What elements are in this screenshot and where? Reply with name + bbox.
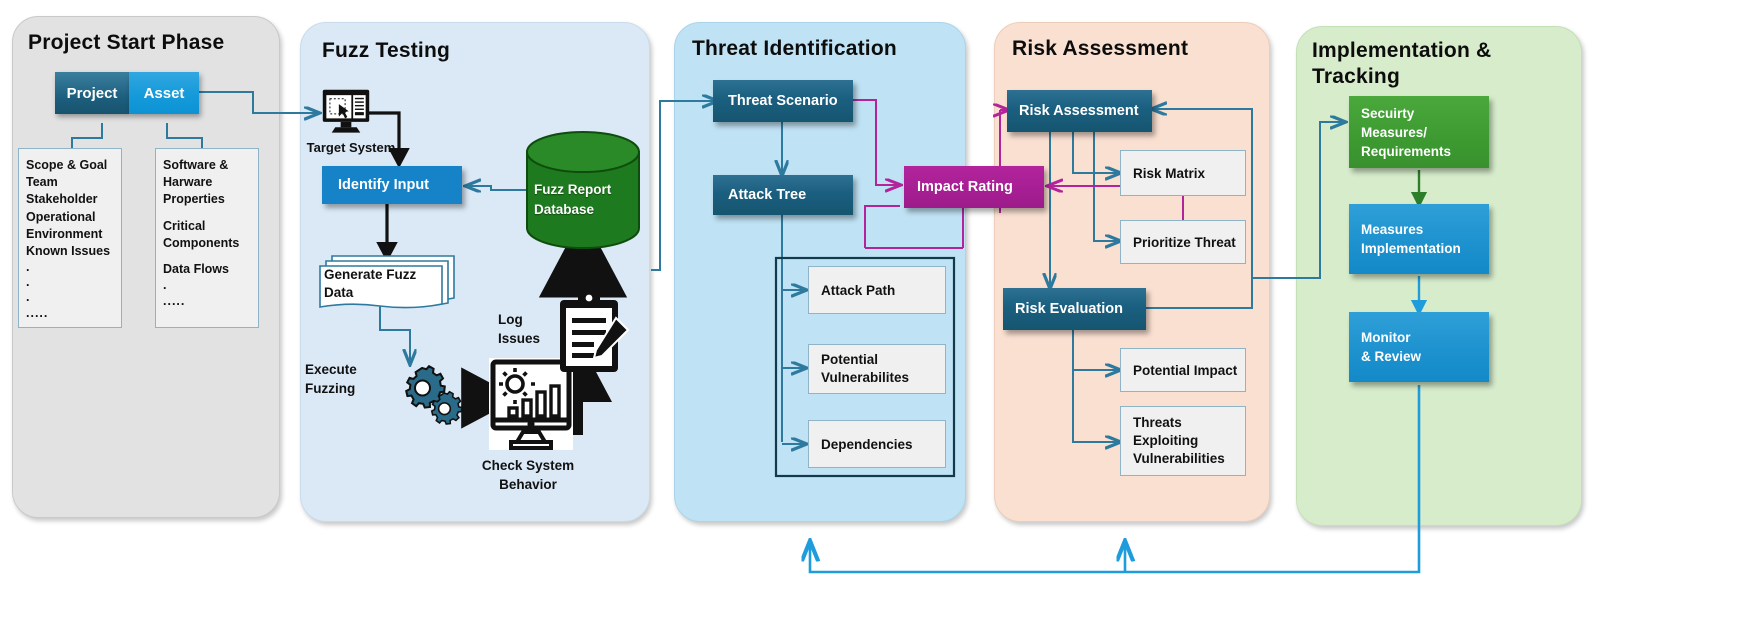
node-prioritize-threat[interactable]: Prioritize Threat <box>1120 220 1246 264</box>
list-item: Known Issues <box>26 244 111 259</box>
node-potential-impact[interactable]: Potential Impact <box>1120 348 1246 392</box>
node-threats-exploiting-vulnerabilities[interactable]: Threats Exploiting Vulnerabilities <box>1120 406 1246 476</box>
list-item: Properties <box>163 192 225 207</box>
node-dependencies[interactable]: Dependencies <box>808 420 946 468</box>
node-measures-implementation[interactable]: Measures Implementation <box>1349 204 1489 274</box>
node-monitor-review[interactable]: Monitor & Review <box>1349 312 1489 382</box>
asset-attributes-list: Software & Harware Properties Critical C… <box>155 148 259 328</box>
list-item: Components <box>163 235 240 250</box>
diagram-canvas: Project Start Phase Fuzz Testing Threat … <box>0 0 1744 621</box>
list-item: . <box>26 275 30 290</box>
node-potential-vulnerabilites[interactable]: Potential Vulnerabilites <box>808 344 946 394</box>
panel-title-risk-assessment: Risk Assessment <box>1012 37 1189 60</box>
target-system-caption: Target System <box>306 140 396 155</box>
project-attributes-list: Scope & Goal Team Stakeholder Operationa… <box>18 148 122 328</box>
list-item: ..... <box>26 306 49 321</box>
list-item: Team <box>26 175 58 190</box>
list-item: Environment <box>26 226 103 241</box>
node-security-measures[interactable]: Secuirty Measures/ Requirements <box>1349 96 1489 168</box>
node-threat-scenario-label: Threat Scenario <box>728 93 838 109</box>
node-attack-tree-label: Attack Tree <box>728 187 807 203</box>
panel-title-fuzz-testing: Fuzz Testing <box>322 39 451 62</box>
node-impact-rating-label: Impact Rating <box>917 179 1013 195</box>
list-item <box>163 209 252 218</box>
node-dependencies-label: Dependencies <box>821 436 913 452</box>
node-risk-evaluation[interactable]: Risk Evaluation <box>1003 288 1146 330</box>
check-system-caption: Check System Behavior <box>481 458 575 492</box>
node-monitor-review-label: Monitor & Review <box>1361 330 1422 364</box>
node-threats-exploiting-label: Threats Exploiting Vulnerabilities <box>1133 415 1225 466</box>
node-potential-impact-label: Potential Impact <box>1133 362 1238 378</box>
list-item: Critical <box>163 218 206 233</box>
node-identify-input[interactable]: Identify Input <box>322 166 462 204</box>
list-item: . <box>163 278 167 293</box>
node-risk-matrix-label: Risk Matrix <box>1133 165 1206 181</box>
list-item: Software & <box>163 158 229 172</box>
generate-fuzz-data-label: Generate Fuzz Data <box>324 267 417 300</box>
log-issues-caption: Log Issues <box>498 312 541 346</box>
node-attack-tree[interactable]: Attack Tree <box>713 175 853 215</box>
node-threat-scenario[interactable]: Threat Scenario <box>713 80 853 122</box>
list-item: . <box>26 260 30 275</box>
panel-title-project-start: Project Start Phase <box>28 31 225 54</box>
node-risk-matrix[interactable]: Risk Matrix <box>1120 150 1246 196</box>
node-identify-input-label: Identify Input <box>338 177 430 193</box>
node-measures-implementation-label: Measures Implementation <box>1361 222 1461 256</box>
node-project[interactable]: Project <box>55 72 129 114</box>
fuzz-report-database-label: Fuzz Report Database <box>534 182 612 217</box>
node-potential-vulnerabilites-label: Potential Vulnerabilites <box>821 352 910 385</box>
node-risk-assessment[interactable]: Risk Assessment <box>1007 90 1152 132</box>
list-item: Scope & Goal <box>26 158 108 172</box>
list-item: . <box>26 290 30 305</box>
node-project-label: Project <box>66 84 118 102</box>
node-security-measures-label: Secuirty Measures/ Requirements <box>1361 105 1452 159</box>
target-system-icon <box>319 88 373 138</box>
list-item: Data Flows <box>163 262 229 277</box>
node-attack-path[interactable]: Attack Path <box>808 266 946 314</box>
node-attack-path-label: Attack Path <box>821 282 896 298</box>
list-item <box>163 252 252 261</box>
node-impact-rating[interactable]: Impact Rating <box>904 166 1044 208</box>
execute-fuzzing-caption: Execute Fuzzing <box>305 362 357 396</box>
node-prioritize-threat-label: Prioritize Threat <box>1133 234 1236 250</box>
panel-title-threat-identification: Threat Identification <box>692 37 897 60</box>
node-asset[interactable]: Asset <box>129 72 199 114</box>
panel-title-implementation-tracking: Implementation & Tracking <box>1312 39 1492 88</box>
clipboard-pencil-icon <box>554 290 632 376</box>
node-asset-label: Asset <box>143 84 185 102</box>
node-risk-evaluation-label: Risk Evaluation <box>1015 301 1123 317</box>
list-item: Harware <box>163 175 213 190</box>
list-item: Stakeholder <box>26 192 98 207</box>
list-item: ..... <box>163 294 186 309</box>
gears-icon <box>395 364 467 430</box>
list-item: Operational <box>26 209 96 224</box>
node-risk-assessment-label: Risk Assessment <box>1019 103 1139 119</box>
